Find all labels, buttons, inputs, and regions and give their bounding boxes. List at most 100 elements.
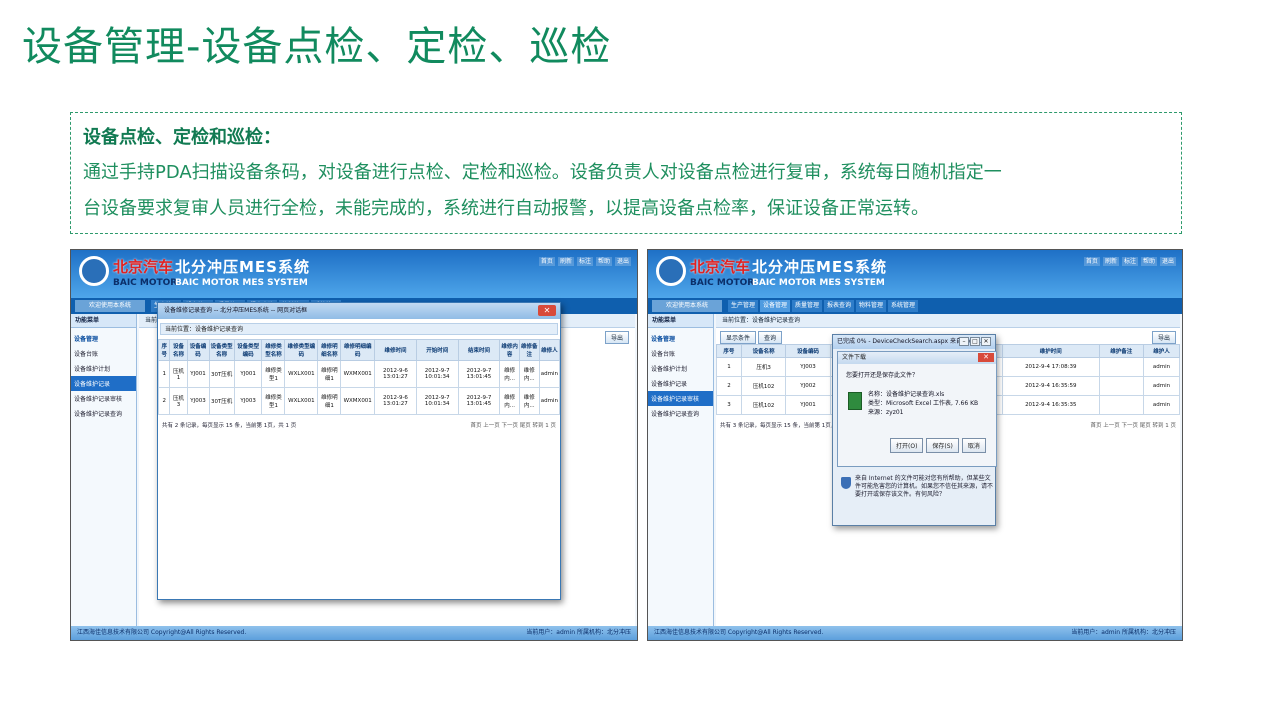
sidebar-item[interactable]: 设备台账 <box>71 346 136 361</box>
breadcrumb: 当前位置：设备维护记录查询 <box>716 314 1180 328</box>
top-link[interactable]: 标注 <box>1121 257 1138 266</box>
file-info: 名称：设备维护记录查询.xls 类型：Microsoft Excel 工作表, … <box>868 390 978 417</box>
top-link[interactable]: 退出 <box>1159 257 1176 266</box>
pager-nav[interactable]: 首页 上一页 下一页 尾页 转到 1 页 <box>1091 421 1177 429</box>
sidebar-item[interactable]: 设备维护记录 <box>648 376 713 391</box>
show-filter-button[interactable]: 显示条件 <box>720 331 757 344</box>
export-button[interactable]: 导出 <box>1151 331 1176 344</box>
system-name-en: BAIC MOTOR MES SYSTEM <box>175 278 308 288</box>
maximize-icon[interactable]: □ <box>970 337 980 346</box>
sidebar-item[interactable]: 设备维护记录审核 <box>71 391 136 406</box>
sidebar-item[interactable]: 设备维护记录查询 <box>71 406 136 421</box>
table-row[interactable]: 2 压机3 YJ003 30T压机 YJ003 维修类型1 WXLX001 维修明细1 WXMX… <box>157 387 561 415</box>
description-heading: 设备点检、定检和巡检： <box>83 127 281 148</box>
table-cell: 2012-9-4 16:35:59 <box>1001 376 1100 396</box>
sidebar-item[interactable]: 设备维护计划 <box>648 361 713 376</box>
export-button[interactable]: 导出 <box>604 331 629 344</box>
slide-title: 设备管理-设备点检、定检、巡检 <box>22 24 612 70</box>
table-cell: 维修明细1 <box>317 387 342 415</box>
table-cell: 维修内... <box>499 387 520 415</box>
warning-text: 来自 Internet 的文件可能对您有所帮助，但某些文件可能危害您的计算机。如… <box>855 475 994 498</box>
menu-tab[interactable]: 物料管理 <box>856 300 887 312</box>
sidebar-group[interactable]: 设备管理 <box>648 328 713 346</box>
close-icon[interactable]: ✕ <box>978 353 994 362</box>
table-cell: 2 <box>716 376 742 396</box>
sidebar-item-active[interactable]: 设备维护记录审核 <box>648 391 713 406</box>
top-link[interactable]: 刷新 <box>557 257 574 266</box>
column-header: 结束时间 <box>457 339 501 361</box>
sidebar-item[interactable]: 设备维护记录查询 <box>648 406 713 421</box>
table-cell: admin <box>538 360 561 388</box>
pager: 共有 2 条记录，每页显示 15 条，当前第 1页，共 1 页 首页 上一页 下… <box>158 415 560 435</box>
record-dialog: 设备维修记录查询 -- 北分冲压MES系统 -- 网页对话框 ✕ 当前位置：设备… <box>157 302 561 600</box>
description-line-1: 通过手持PDA扫描设备条码，对设备进行点检、定检和巡检。设备负责人对设备点检进行… <box>83 162 1002 183</box>
table-cell: 压机3 <box>740 357 787 377</box>
pager-text: 共有 2 条记录，每页显示 15 条，当前第 1页，共 1 页 <box>162 423 297 429</box>
table-row[interactable]: 1 压机1 YJ001 30T压机 YJ001 维修类型1 WXLX001 维修明细1 WXMX… <box>157 360 561 388</box>
baic-logo-icon <box>656 256 686 286</box>
status-right: 当前用户：admin 所属机构：北分冲压 <box>1071 629 1176 636</box>
sidebar-header: 功能菜单 <box>71 314 136 328</box>
open-button[interactable]: 打开(O) <box>890 438 924 453</box>
table-cell: 维修内... <box>499 360 520 388</box>
menu-tab[interactable]: 质量管理 <box>792 300 823 312</box>
system-name-en: BAIC MOTOR MES SYSTEM <box>752 278 885 288</box>
save-button[interactable]: 保存(S) <box>926 438 959 453</box>
table-cell: 2012-9-7 13:01:45 <box>457 387 501 415</box>
table-cell: YJ001 <box>233 360 263 388</box>
table-cell: admin <box>1143 357 1180 377</box>
table-cell: 1 <box>157 360 171 388</box>
column-header: 序号 <box>716 344 742 358</box>
sidebar-item[interactable]: 设备维护计划 <box>71 361 136 376</box>
table-cell: 压机102 <box>740 376 787 396</box>
window-controls: – □ ✕ <box>958 337 991 346</box>
top-link[interactable]: 退出 <box>614 257 631 266</box>
cancel-button[interactable]: 取消 <box>961 438 986 453</box>
table-cell: YJ003 <box>785 357 831 377</box>
table-cell: 维修明细1 <box>317 360 342 388</box>
table-cell <box>1098 376 1145 396</box>
minimize-icon[interactable]: – <box>959 337 969 346</box>
menu-tab[interactable]: 报表查询 <box>824 300 855 312</box>
table-cell: 压机1 <box>169 360 188 388</box>
table-cell: 2 <box>157 387 171 415</box>
column-header: 开始时间 <box>415 339 459 361</box>
top-link[interactable]: 首页 <box>1083 257 1100 266</box>
sidebar-item[interactable]: 设备台账 <box>648 346 713 361</box>
pager-nav[interactable]: 首页 上一页 下一页 尾页 转到 1 页 <box>471 421 557 429</box>
inner-dialog-title: 文件下载 <box>838 352 996 364</box>
column-header: 维修明细编码 <box>340 339 376 361</box>
status-bar: 江西海佳信息技术有限公司 Copyright@All Rights Reserv… <box>648 626 1182 640</box>
close-icon[interactable]: ✕ <box>538 305 556 316</box>
table-cell: 2012-9-7 10:01:34 <box>415 360 459 388</box>
screenshot-left: 北京汽车 BAIC MOTOR 北分冲压MES系统 BAIC MOTOR MES… <box>70 249 638 641</box>
table-cell: YJ001 <box>186 360 210 388</box>
menu-tab[interactable]: 系统管理 <box>888 300 919 312</box>
column-header: 维护人 <box>1143 344 1180 358</box>
sidebar-item-active[interactable]: 设备维护记录 <box>71 376 136 391</box>
close-icon[interactable]: ✕ <box>981 337 991 346</box>
file-source: 来源：zyz01 <box>868 409 904 416</box>
download-progress-dialog: 已完成 0% - DeviceCheckSearch.aspx 来自 zyz01… <box>832 334 997 526</box>
excel-file-icon <box>848 392 862 410</box>
top-link[interactable]: 标注 <box>576 257 593 266</box>
column-header: 维修备注 <box>518 339 540 361</box>
top-link[interactable]: 首页 <box>538 257 555 266</box>
system-tab[interactable]: 欢迎使用本系统 <box>75 300 145 312</box>
table-cell: 2012-9-6 13:01:27 <box>374 387 417 415</box>
sidebar-group[interactable]: 设备管理 <box>71 328 136 346</box>
top-link[interactable]: 帮助 <box>595 257 612 266</box>
system-name-cn: 北分冲压MES系统 <box>752 258 887 276</box>
baic-logo-icon <box>79 256 109 286</box>
menu-tab[interactable]: 生产管理 <box>728 300 759 312</box>
top-link[interactable]: 刷新 <box>1102 257 1119 266</box>
system-tab[interactable]: 欢迎使用本系统 <box>652 300 722 312</box>
status-left: 江西海佳信息技术有限公司 Copyright@All Rights Reserv… <box>654 629 824 636</box>
app-banner: 北京汽车 BAIC MOTOR 北分冲压MES系统 BAIC MOTOR MES… <box>648 250 1182 298</box>
menu-tab-active[interactable]: 设备管理 <box>760 300 791 312</box>
column-header: 维护时间 <box>1001 344 1100 358</box>
top-link[interactable]: 帮助 <box>1140 257 1157 266</box>
query-button[interactable]: 查询 <box>757 331 782 344</box>
column-header: 设备编码 <box>186 339 210 361</box>
column-header: 设备类型名称 <box>208 339 235 361</box>
